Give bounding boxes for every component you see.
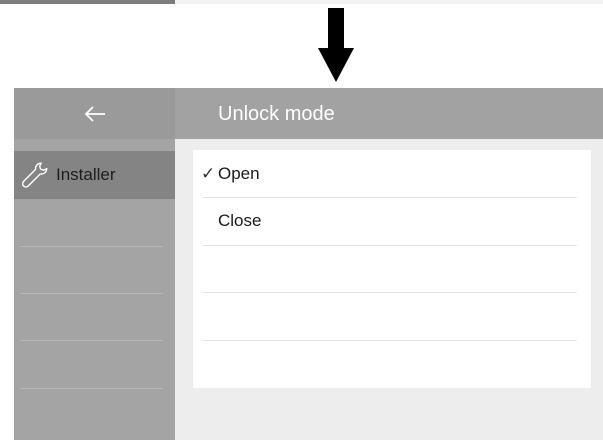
option-open[interactable]: ✓ Open xyxy=(193,150,591,197)
device-screen: Unlock mode Installer ✓ Open Close xyxy=(14,88,603,440)
wrench-icon xyxy=(21,162,48,188)
unlock-mode-options: ✓ Open Close xyxy=(193,150,591,388)
down-arrow-icon xyxy=(318,8,354,82)
back-button[interactable] xyxy=(14,88,175,139)
option-label: Close xyxy=(218,211,262,230)
sidebar-item-installer[interactable]: Installer xyxy=(14,151,175,199)
page-title: Unlock mode xyxy=(218,103,335,125)
left-arrow-icon xyxy=(84,105,105,122)
top-bar: Unlock mode xyxy=(14,88,603,139)
sidebar-divider xyxy=(20,293,163,294)
previous-screen-strip xyxy=(0,0,603,4)
empty-option-row xyxy=(193,340,591,387)
previous-screen-sidebar-edge xyxy=(0,0,175,4)
option-label: Open xyxy=(218,164,260,183)
sidebar-divider xyxy=(20,246,163,247)
empty-option-row xyxy=(193,245,591,292)
checkmark-icon: ✓ xyxy=(201,164,216,183)
empty-option-row xyxy=(193,292,591,339)
option-close[interactable]: Close xyxy=(193,197,591,244)
sidebar-item-label: Installer xyxy=(56,165,116,184)
sidebar-divider xyxy=(20,388,163,389)
sidebar: Installer xyxy=(14,139,175,440)
sidebar-divider xyxy=(20,340,163,341)
